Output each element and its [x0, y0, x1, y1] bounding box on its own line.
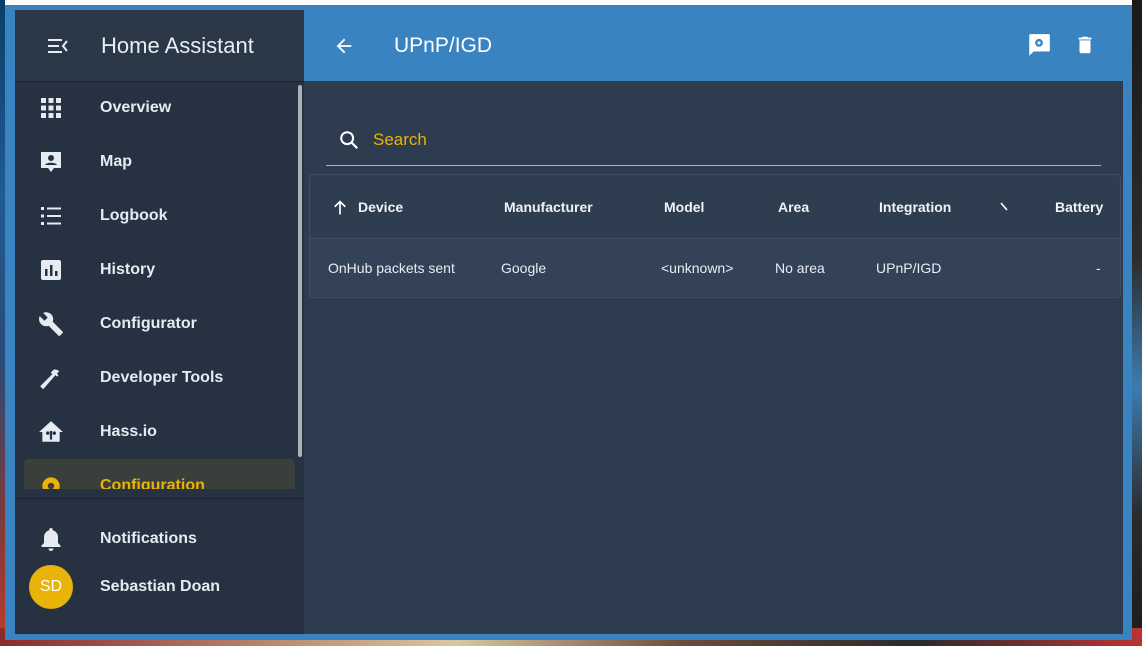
arrow-left-icon — [336, 38, 352, 53]
sidebar-item-label: Hass.io — [100, 423, 157, 440]
column-header-model[interactable]: Model — [664, 175, 704, 238]
settings-comment-icon — [1029, 34, 1050, 56]
column-header-device[interactable]: Device — [330, 175, 403, 238]
cell-battery: - — [1096, 260, 1101, 276]
hassio-icon — [36, 417, 66, 447]
cell-manufacturer: Google — [501, 260, 547, 276]
sidebar-item-label: Configurator — [100, 315, 197, 332]
sidebar-item-configurator[interactable]: Configurator — [15, 297, 304, 351]
sidebar-item-label: History — [100, 261, 156, 278]
sidebar-nav: Overview Map Logbook History Configurato… — [15, 81, 304, 489]
devices-table: Device Manufacturer Model Area Integrati… — [309, 174, 1121, 298]
header-actions — [1023, 28, 1101, 62]
column-label: Battery — [1055, 198, 1104, 215]
notifications-label: Notifications — [100, 530, 197, 547]
user-name: Sebastian Doan — [100, 578, 221, 595]
column-label: Integration — [879, 198, 952, 215]
wrench-icon — [36, 309, 66, 339]
hammer-icon — [36, 363, 66, 393]
resize-icon — [1000, 201, 1008, 211]
page-title: UPnP/IGD — [394, 33, 493, 57]
sidebar-item-profile[interactable]: SD Sebastian Doan — [15, 562, 304, 612]
trash-icon — [1078, 36, 1092, 54]
sidebar-item-label: Developer Tools — [100, 369, 224, 386]
search-input[interactable] — [371, 129, 1075, 151]
cell-model: <unknown> — [661, 260, 734, 276]
column-header-integration[interactable]: Integration — [879, 175, 951, 238]
search-icon — [336, 127, 362, 153]
sidebar-item-overview[interactable]: Overview — [15, 81, 304, 135]
sidebar-item-label: Map — [100, 153, 132, 170]
column-resize-handle[interactable] — [1000, 175, 1008, 238]
chart-icon — [36, 255, 66, 285]
sidebar-divider — [15, 498, 304, 499]
search-bar — [326, 115, 1101, 166]
delete-button[interactable] — [1069, 28, 1101, 62]
page-header: UPnP/IGD — [304, 10, 1123, 81]
avatar: SD — [29, 565, 73, 609]
sidebar-item-developer-tools[interactable]: Developer Tools — [15, 351, 304, 405]
table-row[interactable]: OnHub packets sent Google <unknown> No a… — [310, 239, 1120, 297]
menu-collapse-icon — [48, 38, 68, 53]
column-label: Manufacturer — [504, 198, 593, 215]
back-button[interactable] — [324, 26, 364, 66]
column-header-battery[interactable]: Battery — [1055, 175, 1103, 238]
sidebar: Home Assistant Overview Map Logbook Hist… — [15, 10, 304, 634]
sidebar-item-notifications[interactable]: Notifications — [15, 514, 304, 564]
sidebar-header: Home Assistant — [15, 10, 304, 82]
column-label: Area — [778, 198, 810, 215]
cell-device: OnHub packets sent — [328, 260, 455, 276]
sidebar-item-map[interactable]: Map — [15, 135, 304, 189]
integration-options-button[interactable] — [1023, 28, 1055, 62]
column-header-area[interactable]: Area — [778, 175, 809, 238]
list-icon — [36, 201, 66, 231]
map-icon — [36, 147, 66, 177]
column-label: Model — [664, 198, 705, 215]
sidebar-item-history[interactable]: History — [15, 243, 304, 297]
gear-icon — [36, 471, 66, 489]
bell-icon — [36, 524, 66, 554]
cell-area: No area — [775, 260, 825, 276]
table-header: Device Manufacturer Model Area Integrati… — [310, 175, 1120, 239]
sidebar-item-label: Configuration — [100, 477, 205, 489]
column-header-manufacturer[interactable]: Manufacturer — [504, 175, 593, 238]
column-label: Device — [358, 198, 404, 215]
sort-ascending-icon — [334, 199, 346, 214]
menu-toggle-button[interactable] — [28, 16, 88, 76]
sidebar-item-label: Logbook — [100, 207, 168, 224]
app-title: Home Assistant — [101, 32, 254, 58]
sidebar-item-label: Overview — [100, 99, 172, 116]
cell-integration: UPnP/IGD — [876, 260, 942, 276]
main-content: UPnP/IGD Device Manufa — [304, 10, 1123, 634]
sidebar-item-logbook[interactable]: Logbook — [15, 189, 304, 243]
sidebar-scrollbar[interactable] — [298, 85, 302, 457]
grid-icon — [36, 93, 66, 123]
sidebar-item-hassio[interactable]: Hass.io — [15, 405, 304, 459]
sidebar-item-configuration[interactable]: Configuration — [24, 459, 295, 489]
app-window: Home Assistant Overview Map Logbook Hist… — [5, 0, 1132, 640]
